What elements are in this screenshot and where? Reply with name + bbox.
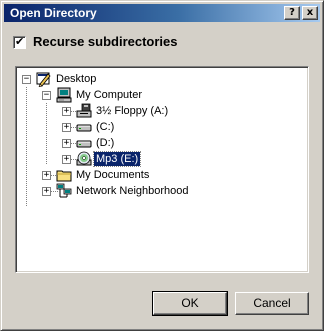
tree-item-label[interactable]: My Computer <box>74 88 144 102</box>
ok-button[interactable]: OK <box>152 291 228 316</box>
tree-item-label[interactable]: Mp3 (E:) <box>92 151 142 167</box>
recurse-checkbox[interactable]: ✔ <box>13 35 26 49</box>
title-bar[interactable]: Open Directory ? x <box>4 4 320 22</box>
tree-connector <box>46 103 47 164</box>
expand-toggle[interactable]: + <box>62 123 71 132</box>
folder-icon <box>56 170 72 182</box>
hard-drive-icon <box>76 124 92 132</box>
directory-tree[interactable]: − Desktop − My Computer + 3½ Floppy (A:)… <box>15 66 309 273</box>
cd-drive-icon <box>76 151 92 166</box>
open-directory-dialog: Open Directory ? x ✔ Recurse subdirector… <box>0 0 324 331</box>
recurse-label[interactable]: Recurse subdirectories <box>33 34 178 49</box>
cancel-button[interactable]: Cancel <box>235 292 309 315</box>
computer-icon <box>56 87 72 103</box>
tree-item-label[interactable]: Desktop <box>54 72 98 86</box>
desktop-icon <box>36 72 51 87</box>
expand-toggle[interactable]: + <box>62 155 71 164</box>
tree-item-label[interactable]: My Documents <box>74 168 151 182</box>
network-icon <box>56 183 72 198</box>
close-button[interactable]: x <box>302 6 318 20</box>
checkmark-icon: ✔ <box>15 35 25 48</box>
expand-toggle[interactable]: + <box>62 139 71 148</box>
help-button[interactable]: ? <box>284 6 300 20</box>
expand-toggle[interactable]: + <box>42 171 51 180</box>
expand-toggle[interactable]: + <box>62 107 71 116</box>
expand-toggle[interactable]: + <box>42 187 51 196</box>
window-title: Open Directory <box>10 6 97 20</box>
tree-connector <box>26 87 27 206</box>
hard-drive-icon <box>76 140 92 148</box>
collapse-toggle[interactable]: − <box>22 75 31 84</box>
tree-item-label[interactable]: (C:) <box>94 120 116 134</box>
tree-item-label[interactable]: (D:) <box>94 136 116 150</box>
floppy-drive-icon <box>76 103 92 118</box>
tree-item-label[interactable]: Network Neighborhood <box>74 184 191 198</box>
collapse-toggle[interactable]: − <box>42 91 51 100</box>
tree-item-label[interactable]: 3½ Floppy (A:) <box>94 104 170 118</box>
